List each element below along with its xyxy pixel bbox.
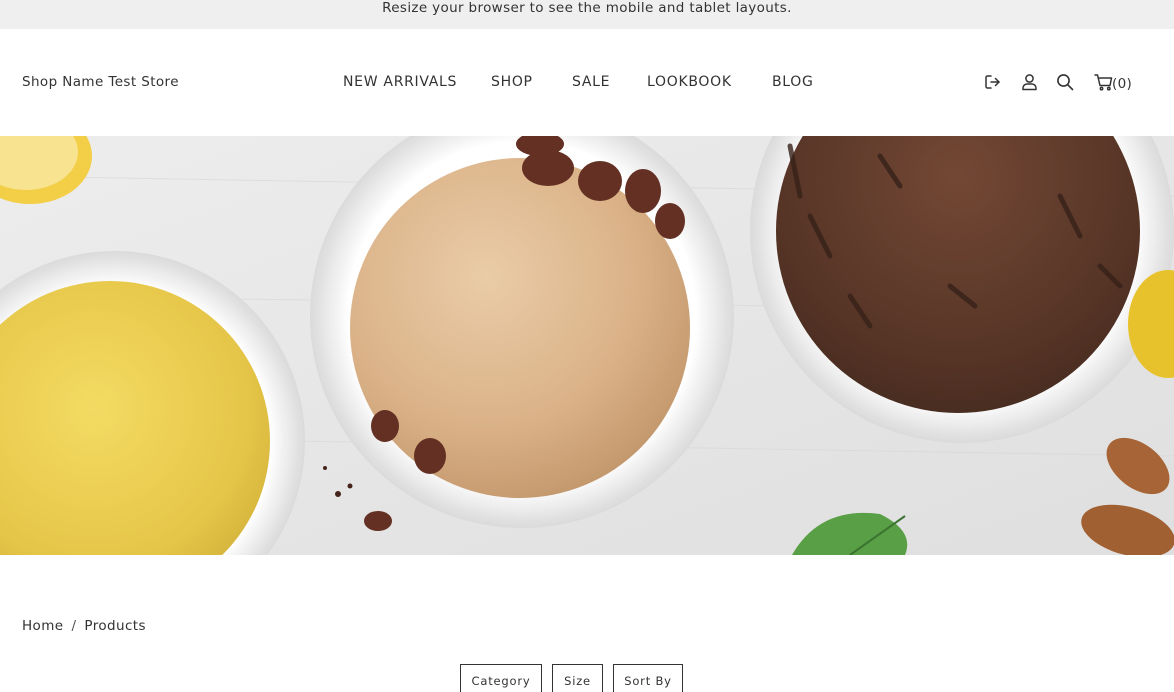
- nav-shop[interactable]: SHOP: [491, 74, 533, 90]
- notice-bar: Resize your browser to see the mobile an…: [0, 0, 1174, 29]
- search-icon[interactable]: [1056, 73, 1074, 95]
- breadcrumb: Home / Products: [22, 618, 146, 634]
- size-filter-button[interactable]: Size: [552, 664, 603, 692]
- cart-count[interactable]: (0): [1112, 76, 1132, 92]
- hero-banner: [0, 136, 1174, 555]
- sort-by-button[interactable]: Sort By: [613, 664, 683, 692]
- nav-lookbook[interactable]: LOOKBOOK: [647, 74, 732, 90]
- breadcrumb-current: Products: [84, 618, 146, 634]
- hero-ice-cream-image: [0, 136, 1174, 555]
- nav-sale[interactable]: SALE: [572, 74, 610, 90]
- user-icon[interactable]: [1021, 73, 1038, 95]
- nav-blog[interactable]: BLOG: [772, 74, 814, 90]
- category-filter-button[interactable]: Category: [460, 664, 542, 692]
- site-header: Shop Name Test Store NEW ARRIVALS SHOP S…: [0, 29, 1174, 136]
- breadcrumb-home[interactable]: Home: [22, 618, 63, 634]
- logout-icon[interactable]: [984, 73, 1002, 95]
- breadcrumb-separator: /: [71, 618, 77, 634]
- nav-new-arrivals[interactable]: NEW ARRIVALS: [343, 74, 457, 90]
- notice-text: Resize your browser to see the mobile an…: [382, 0, 792, 16]
- cart-icon[interactable]: [1094, 73, 1113, 95]
